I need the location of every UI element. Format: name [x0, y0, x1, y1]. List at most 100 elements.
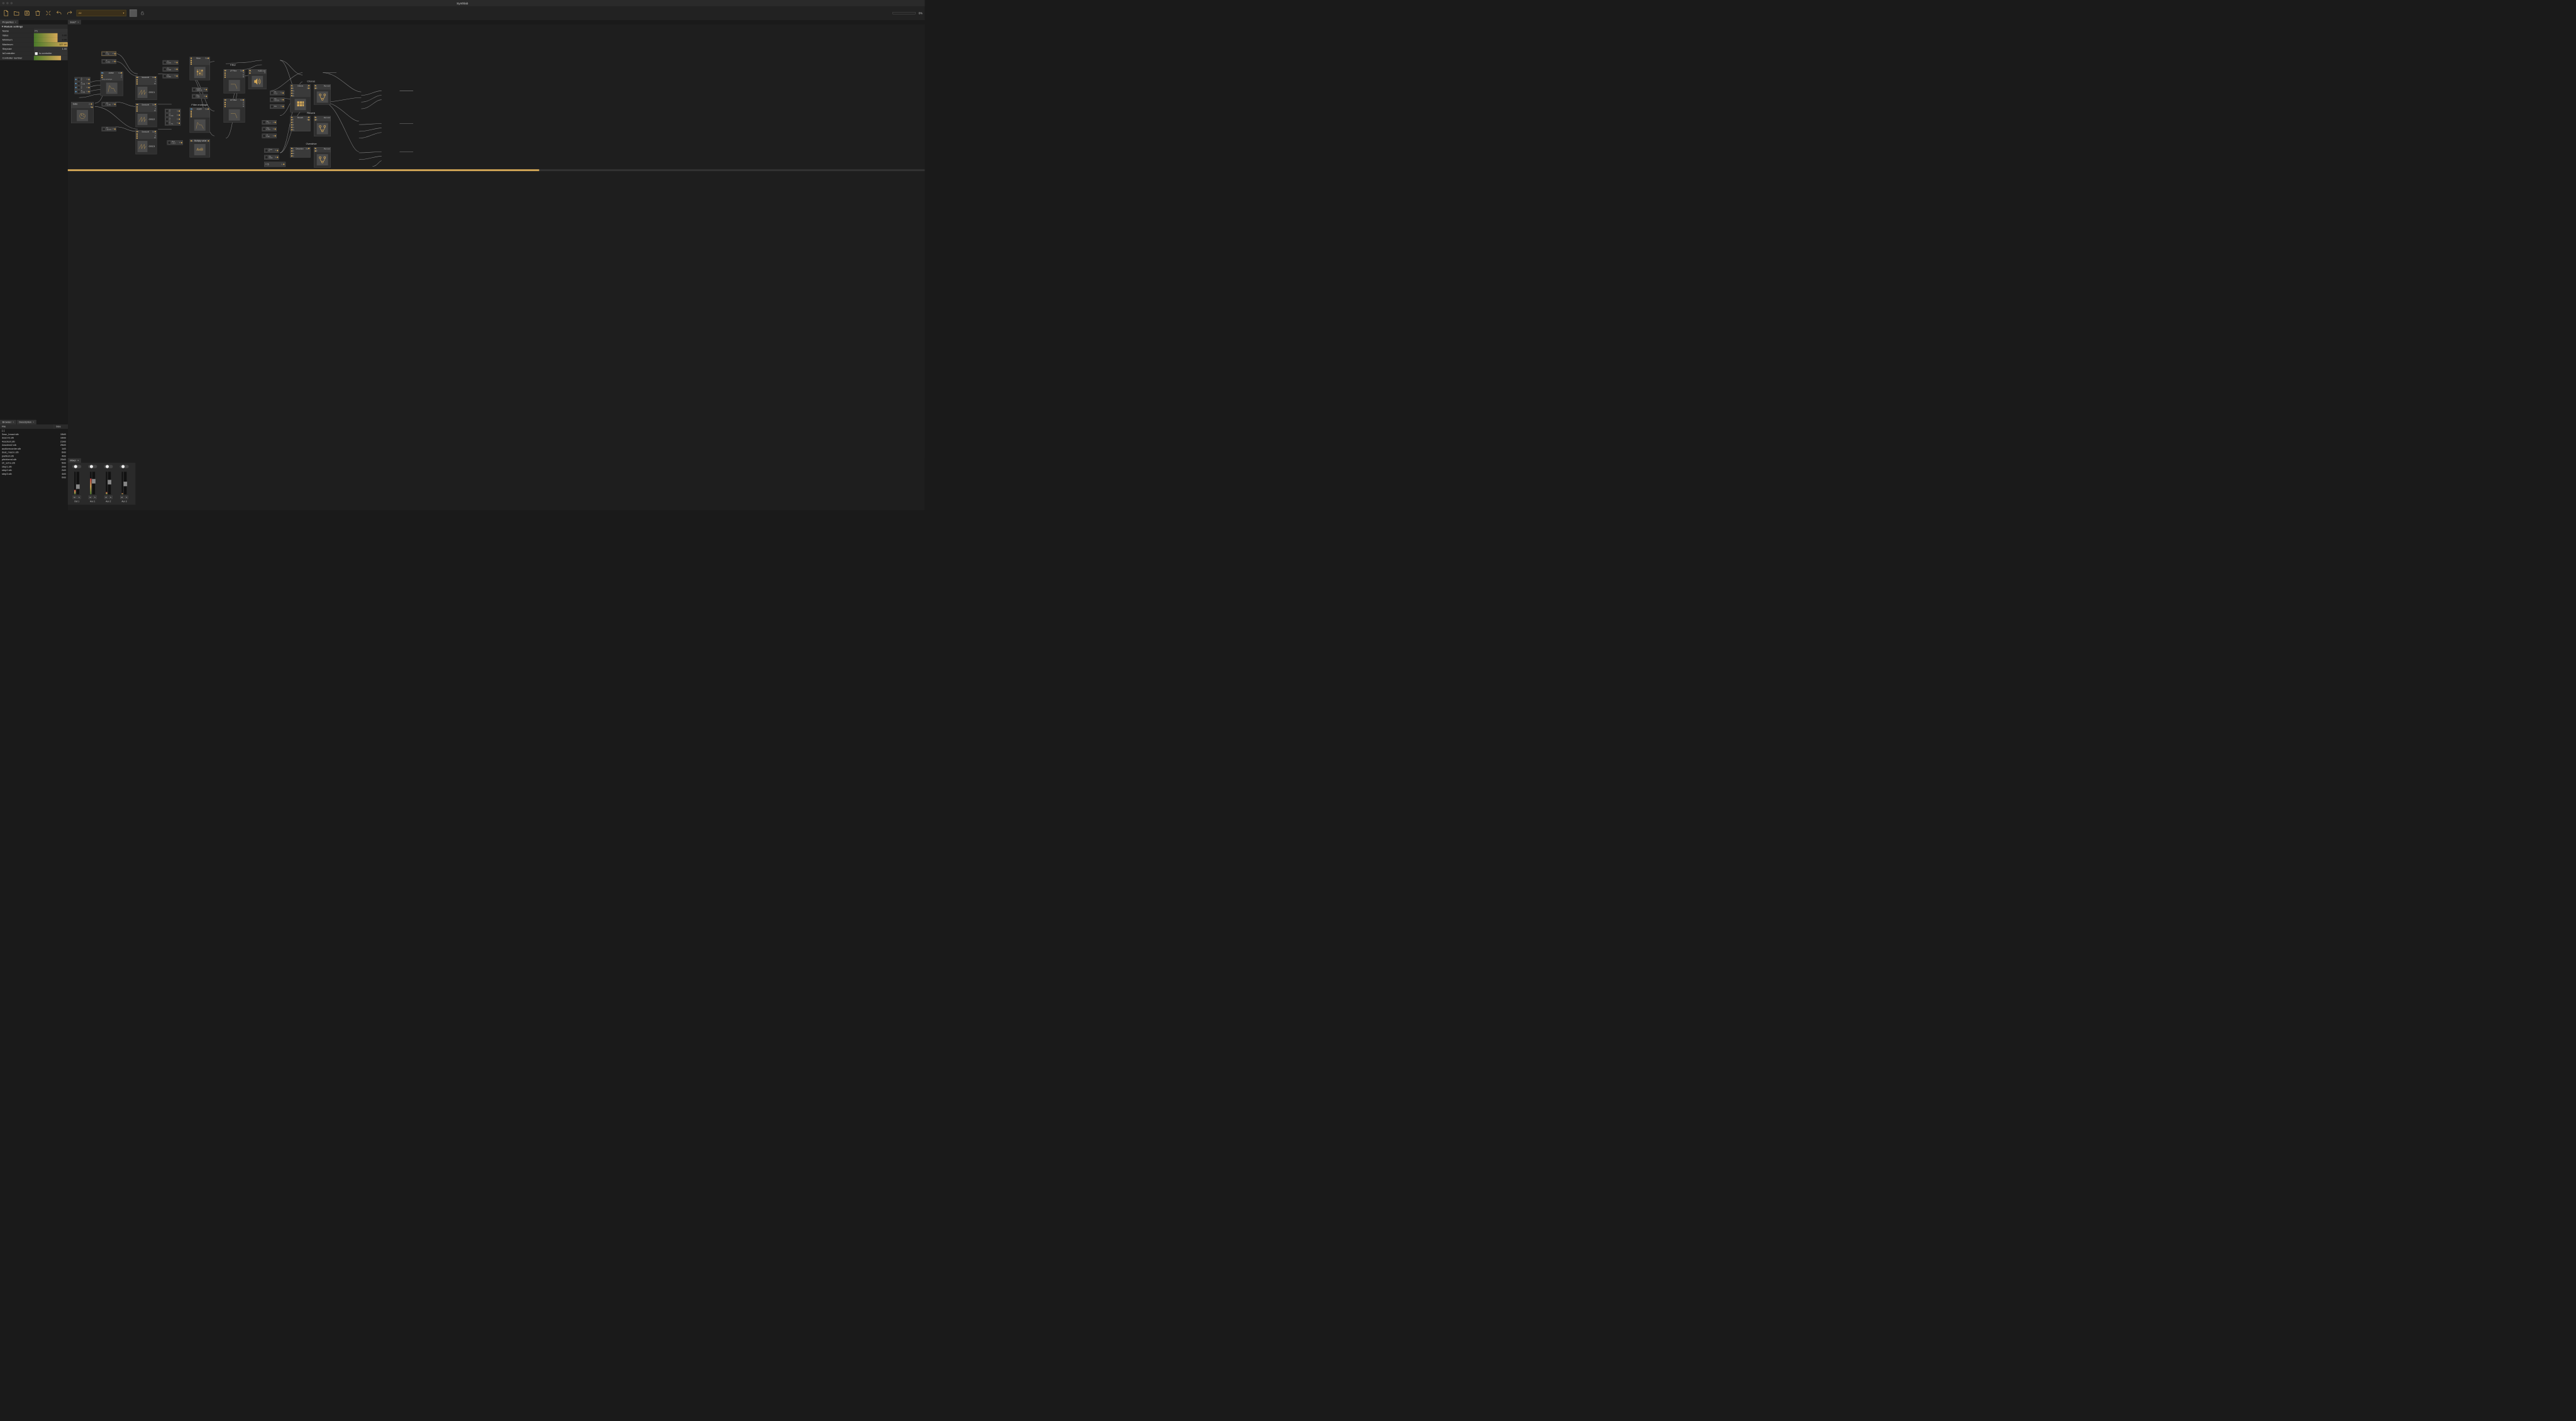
prop-value-slider[interactable]: 0.00: [34, 33, 68, 38]
pan-slider[interactable]: [88, 465, 97, 468]
save-icon[interactable]: [23, 9, 30, 16]
node-f[interactable]: F1.001V: [102, 59, 116, 64]
timeline-scrubber[interactable]: [68, 169, 925, 171]
canvas-area[interactable]: 3osc*×: [68, 20, 925, 511]
node-aux-out-1[interactable]: LAux out R: [314, 84, 331, 104]
module-settings-header[interactable]: ▾ Module settings: [0, 25, 68, 29]
settings-icon[interactable]: [45, 9, 52, 16]
file-row[interactable]: 4osctest2.slb25kB: [0, 443, 68, 447]
knob[interactable]: [103, 128, 106, 131]
knob[interactable]: [165, 114, 169, 117]
prop-iscontroller[interactable]: Is controller: [34, 51, 68, 55]
maximize-window[interactable]: [11, 2, 13, 4]
fader[interactable]: [124, 472, 126, 494]
node-dmix[interactable]: Mix0.825V: [264, 155, 279, 160]
knob[interactable]: [263, 121, 266, 124]
knob[interactable]: [270, 91, 274, 94]
node-adsr-amp[interactable]: GADSROut A D Amp envelope: [101, 72, 123, 96]
node-audio-out[interactable]: LAudio out R: [248, 69, 267, 89]
knob[interactable]: [77, 86, 80, 89]
node-sawtooth-3[interactable]: PSawtoothOut F A Pb OSC3: [135, 130, 157, 154]
preset-dropdown[interactable]: All ▾: [77, 10, 126, 16]
file-col[interactable]: File: [0, 424, 54, 429]
open-folder-icon[interactable]: [13, 9, 19, 16]
node-a2[interactable]: A20.308V: [162, 67, 178, 72]
knob[interactable]: [77, 90, 80, 93]
mute-button[interactable]: M: [73, 495, 77, 499]
solo-button[interactable]: S: [93, 495, 97, 499]
file-row[interactable]: step3.slb4kB: [0, 472, 68, 476]
file-row[interactable]: 3osc_broad.slb15kB: [0, 433, 68, 436]
mute-button[interactable]: M: [120, 495, 124, 499]
knob[interactable]: [165, 122, 169, 125]
node-p3[interactable]: P3-12.977V: [102, 127, 116, 131]
node-a3[interactable]: A30.352V: [162, 74, 178, 78]
iscontroller-checkbox[interactable]: [35, 52, 38, 55]
file-row[interactable]: step1.slb2kB: [0, 465, 68, 469]
prop-ctrlnum-slider[interactable]: [34, 56, 68, 60]
close-icon[interactable]: ×: [33, 421, 34, 423]
knob[interactable]: [165, 109, 169, 113]
close-icon[interactable]: ×: [77, 459, 79, 462]
node-gate[interactable]: GateG E: [71, 102, 94, 123]
knob[interactable]: [103, 102, 106, 106]
node-res[interactable]: Res1.43V: [192, 94, 208, 99]
node-drive[interactable]: Drive5V: [264, 148, 279, 153]
minimize-window[interactable]: [6, 2, 9, 4]
node-sawtooth-2[interactable]: PSawtoothOut F A Pb OSC2: [135, 103, 157, 127]
node-canvas[interactable]: P17.01V F1.001V P2-12.98V P3-12.977V A0V…: [68, 25, 925, 510]
mute-button[interactable]: M: [104, 495, 108, 499]
node-sawtooth-1[interactable]: PSawtoothOut F A Pb OSC1: [135, 76, 157, 100]
node-mix[interactable]: MixV: [270, 104, 284, 109]
node-da[interactable]: Da1.717V: [262, 120, 276, 124]
knob[interactable]: [77, 82, 80, 85]
fader[interactable]: [92, 472, 95, 494]
node-adsr-filter[interactable]: GADSROut: [190, 108, 210, 133]
delete-icon[interactable]: [34, 9, 41, 16]
waveform-icon[interactable]: [130, 9, 136, 16]
lock-icon[interactable]: [140, 11, 145, 15]
close-icon[interactable]: ×: [77, 21, 79, 23]
tab-description[interactable]: Description×: [17, 420, 36, 424]
close-window[interactable]: [3, 2, 5, 4]
file-row[interactable]: [..]: [0, 429, 68, 433]
file-row[interactable]: step2.slb2kB: [0, 468, 68, 472]
solo-button[interactable]: S: [77, 495, 81, 499]
file-row[interactable]: pitchbend.slb20kB: [0, 458, 68, 462]
fader[interactable]: [77, 472, 79, 494]
file-row[interactable]: dual_macro.slb6kB: [0, 451, 68, 455]
new-file-icon[interactable]: [3, 9, 9, 16]
node-lpfilter-2[interactable]: FLP FilterOut R In M: [223, 99, 245, 123]
tab-properties[interactable]: Properties ×: [0, 20, 18, 25]
fader[interactable]: [108, 472, 111, 494]
size-col[interactable]: Size: [54, 424, 68, 429]
knob[interactable]: [265, 156, 268, 159]
knob[interactable]: [77, 78, 80, 81]
undo-icon[interactable]: [55, 9, 62, 16]
node-aux-out-2[interactable]: LAux out R: [314, 116, 331, 136]
node-aux-out-3[interactable]: LAux out R: [314, 147, 331, 167]
node-reverb[interactable]: LReverbL RR D W Dr Fb: [290, 116, 310, 131]
solo-button[interactable]: S: [125, 495, 128, 499]
node-p2[interactable]: P2-12.98V: [102, 102, 116, 106]
mute-button[interactable]: M: [89, 495, 92, 499]
pan-slider[interactable]: [104, 465, 113, 468]
prop-step-field[interactable]: 1.00: [34, 47, 68, 51]
node-mod[interactable]: Mod1.113V: [167, 140, 183, 145]
knob[interactable]: [103, 60, 106, 63]
knob[interactable]: [265, 149, 268, 152]
solo-button[interactable]: S: [109, 495, 113, 499]
prop-name-field[interactable]: P1: [34, 29, 68, 33]
node-dly[interactable]: Dly18.018V: [270, 97, 284, 102]
node-fb[interactable]: Fb0.11V: [270, 91, 284, 95]
knob[interactable]: [103, 52, 106, 55]
node-si[interactable]: Si0.09V: [262, 134, 276, 138]
file-row[interactable]: 3oscV2.slb16kB: [0, 436, 68, 440]
node-a1[interactable]: A10.275V: [162, 60, 178, 65]
redo-icon[interactable]: [66, 9, 73, 16]
knob[interactable]: [192, 88, 196, 91]
knob[interactable]: [270, 98, 274, 101]
node-mixer[interactable]: MixerOut: [190, 57, 210, 80]
node-adsr2-inputs[interactable]: A0V D0.726V S0V R1.771V: [165, 109, 180, 126]
node-multiply[interactable]: AMultiply value AxB: [190, 140, 210, 158]
